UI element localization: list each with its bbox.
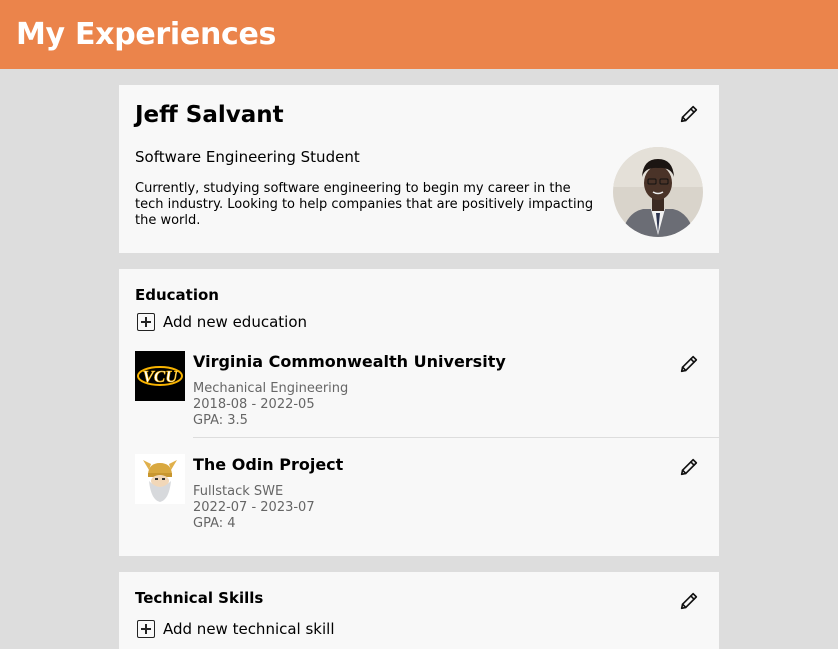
add-education-button[interactable]: Add new education (137, 313, 307, 331)
vcu-logo-text: VCU (143, 367, 179, 386)
pencil-icon (680, 458, 698, 476)
edit-skills-button[interactable] (676, 588, 702, 614)
plus-square-icon (137, 313, 155, 331)
education-gpa: GPA: 3.5 (193, 413, 248, 428)
profile-card: Jeff Salvant Software Engineering Studen… (119, 85, 719, 253)
education-gpa: GPA: 4 (193, 516, 236, 531)
education-details: Fullstack SWE 2022-07 - 2023-07 GPA: 4 (193, 484, 315, 532)
profile-name: Jeff Salvant (135, 102, 284, 128)
education-card: Education Add new education VCU Virginia… (119, 269, 719, 556)
education-dates: 2018-08 - 2022-05 (193, 397, 315, 412)
plus-square-icon (137, 620, 155, 638)
profile-bio: Currently, studying software engineering… (135, 181, 594, 228)
page-title: My Experiences (16, 17, 277, 52)
avatar (613, 147, 703, 237)
pencil-icon (680, 355, 698, 373)
add-technical-skill-button[interactable]: Add new technical skill (137, 620, 335, 638)
add-education-label: Add new education (163, 313, 308, 331)
profile-role: Software Engineering Student (135, 148, 360, 166)
education-field: Mechanical Engineering (193, 381, 349, 396)
technical-skills-card: Technical Skills Add new technical skill (119, 572, 719, 649)
education-entry: The Odin Project Fullstack SWE 2022-07 -… (119, 454, 719, 534)
education-entry: VCU Virginia Commonwealth University Mec… (119, 351, 719, 431)
education-title: Education (135, 286, 219, 304)
school-name: The Odin Project (193, 455, 344, 474)
education-details: Mechanical Engineering 2018-08 - 2022-05… (193, 381, 348, 429)
technical-skills-title: Technical Skills (135, 589, 264, 607)
vcu-logo: VCU (135, 351, 185, 401)
app-header: My Experiences (0, 0, 838, 69)
pencil-icon (680, 105, 698, 123)
edit-education-button[interactable] (676, 351, 702, 377)
add-technical-skill-label: Add new technical skill (163, 620, 335, 638)
education-field: Fullstack SWE (193, 484, 284, 499)
education-dates: 2022-07 - 2023-07 (193, 500, 315, 515)
divider (193, 437, 719, 438)
edit-education-button[interactable] (676, 454, 702, 480)
school-name: Virginia Commonwealth University (193, 352, 506, 371)
edit-profile-button[interactable] (676, 101, 702, 127)
pencil-icon (680, 592, 698, 610)
odin-project-logo (135, 454, 185, 504)
